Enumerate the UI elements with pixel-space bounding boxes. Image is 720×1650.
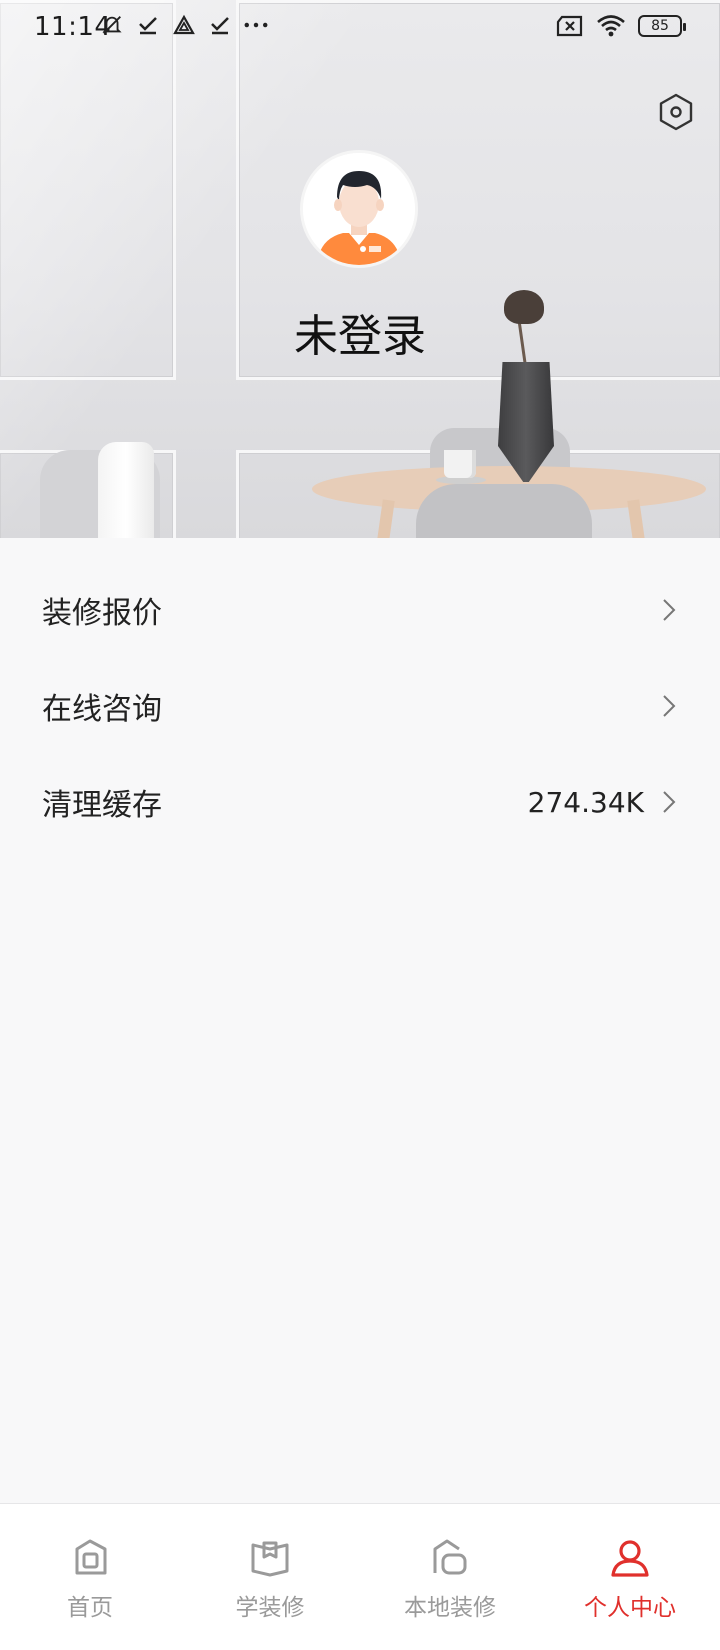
settings-button[interactable]	[656, 92, 696, 132]
home-icon	[68, 1536, 112, 1580]
cache-size-value: 274.34K	[527, 785, 644, 819]
status-bar: 11:14 85	[0, 0, 720, 54]
menu-item-label: 在线咨询	[42, 692, 162, 727]
chevron-right-icon	[660, 595, 678, 625]
battery-icon: 85	[638, 15, 686, 37]
book-icon	[248, 1536, 292, 1580]
avatar[interactable]	[300, 150, 418, 268]
local-house-icon	[428, 1536, 472, 1580]
check-icon	[136, 12, 160, 38]
chevron-right-icon	[660, 691, 678, 721]
nav-item-home[interactable]: 首页	[0, 1504, 180, 1650]
nav-item-local[interactable]: 本地装修	[360, 1504, 540, 1650]
check-icon	[208, 12, 232, 38]
menu-list: 装修报价 在线咨询 清理缓存 274.34K	[0, 562, 720, 850]
profile-header-background	[0, 0, 720, 538]
nav-label: 本地装修	[404, 1595, 496, 1621]
towel-image	[98, 442, 154, 538]
cup-image	[444, 450, 476, 478]
muted-icon	[100, 12, 124, 38]
person-icon	[608, 1536, 652, 1580]
bottom-nav: 首页 学装修 本地装修 个人中心	[0, 1503, 720, 1650]
menu-item-label: 清理缓存	[42, 788, 162, 823]
chair-image	[416, 484, 592, 538]
nav-label: 个人中心	[584, 1595, 676, 1621]
triangle-app-icon	[172, 12, 196, 38]
status-icons-right: 85	[556, 13, 686, 39]
nav-item-profile[interactable]: 个人中心	[540, 1504, 720, 1650]
status-icons-left	[100, 12, 268, 38]
menu-item-clear-cache[interactable]: 清理缓存 274.34K	[0, 754, 720, 850]
menu-item-label: 装修报价	[42, 596, 162, 631]
settings-hexagon-icon	[659, 93, 693, 131]
menu-item-consult[interactable]: 在线咨询	[0, 658, 720, 754]
menu-item-quote[interactable]: 装修报价	[0, 562, 720, 658]
wifi-icon	[596, 13, 626, 39]
nav-item-learn[interactable]: 学装修	[180, 1504, 360, 1650]
sim-x-icon	[556, 13, 584, 39]
username-label[interactable]: 未登录	[0, 300, 720, 364]
chevron-right-icon	[660, 787, 678, 817]
nav-label: 学装修	[235, 1595, 305, 1621]
more-dots-icon	[244, 12, 268, 38]
avatar-illustration	[303, 153, 415, 265]
nav-label: 首页	[67, 1595, 113, 1621]
